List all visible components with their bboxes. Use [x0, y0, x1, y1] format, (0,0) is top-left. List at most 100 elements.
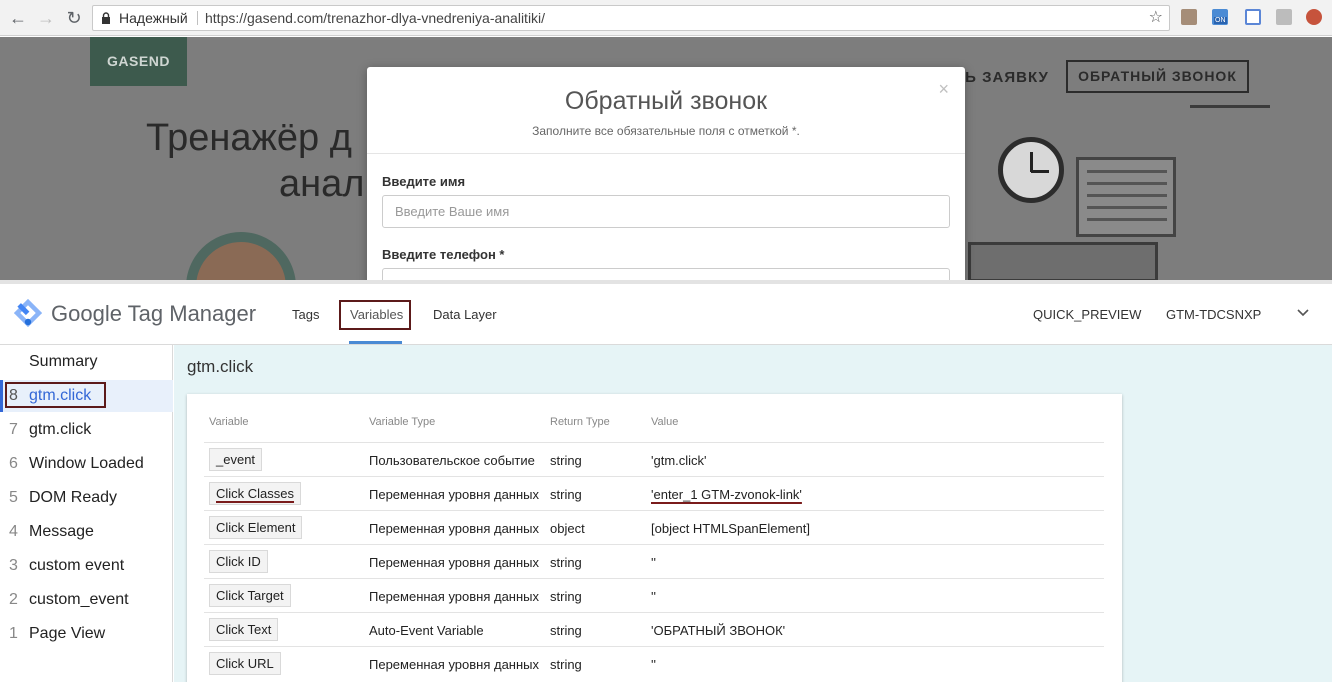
variable-name[interactable]: Click Classes [209, 482, 302, 505]
name-input[interactable]: Введите Ваше имя [382, 195, 950, 228]
sidebar-item-event[interactable]: 3 custom event [0, 550, 173, 582]
extension-icon[interactable] [1181, 9, 1197, 25]
chevron-down-icon[interactable] [1296, 306, 1310, 320]
hero-title-line2: анал [279, 163, 365, 205]
variable-value: '' [651, 555, 656, 570]
variable-name[interactable]: Click Text [209, 618, 279, 641]
url-text[interactable]: https://gasend.com/trenazhor-dlya-vnedre… [205, 6, 545, 30]
event-number: 7 [9, 421, 18, 438]
variable-value: '' [651, 589, 656, 604]
modal-title: Обратный звонок [564, 87, 768, 115]
variable-type: Переменная уровня данных [369, 589, 540, 604]
container-id[interactable]: GTM-TDCSNXP [1166, 307, 1261, 322]
address-bar[interactable]: Надежный https://gasend.com/trenazhor-dl… [92, 5, 1170, 31]
return-type: object [550, 521, 585, 536]
variable-value: '' [651, 657, 656, 672]
return-type: string [550, 623, 582, 638]
shelf-illustration [1190, 105, 1270, 135]
bookmark-star-icon[interactable]: ☆ [1149, 6, 1163, 30]
variable-value: 'enter_1 GTM-zvonok-link' [651, 487, 802, 502]
sidebar-item-label: gtm.click [29, 387, 92, 404]
column-header: Variable [209, 416, 249, 428]
clock-illustration [998, 137, 1064, 203]
variable-name[interactable]: Click URL [209, 652, 281, 675]
table-row: Click Target Переменная уровня данных st… [204, 578, 1104, 612]
quick-preview-label[interactable]: QUICK_PREVIEW [1033, 307, 1141, 322]
return-type: string [550, 555, 582, 570]
phone-field-label: Введите телефон * [382, 247, 505, 262]
variable-name[interactable]: _event [209, 448, 263, 471]
active-tab-indicator [349, 341, 402, 344]
variable-name[interactable]: Click ID [209, 550, 268, 573]
sidebar-item-event[interactable]: 4 Message [0, 516, 173, 548]
table-row: Click Text Auto-Event Variable string 'О… [204, 612, 1104, 646]
event-sidebar: Summary 8 gtm.click 7 gtm.click 6 Window… [0, 345, 173, 682]
column-header: Variable Type [369, 416, 436, 428]
settings-extension-icon[interactable] [1306, 9, 1322, 25]
sidebar-item-event[interactable]: 6 Window Loaded [0, 448, 173, 480]
extension-toggle-icon[interactable]: ON [1212, 9, 1228, 25]
tab-tags[interactable]: Tags [292, 307, 319, 322]
secure-label: Надежный [119, 10, 188, 26]
event-number: 6 [9, 455, 18, 472]
browser-toolbar: ← → ↻ Надежный https://gasend.com/trenaz… [0, 0, 1332, 36]
sidebar-item-label: custom event [29, 557, 125, 574]
event-number: 4 [9, 523, 18, 540]
gtm-logo-icon [14, 299, 42, 327]
gtm-brand: Google Tag Manager [51, 301, 257, 326]
sidebar-item-label: gtm.click [29, 421, 92, 438]
column-header: Return Type [550, 416, 610, 428]
event-number: 3 [9, 557, 18, 574]
callback-modal: × Обратный звонок Заполните все обязател… [367, 67, 965, 281]
table-row: Click Element Переменная уровня данных o… [204, 510, 1104, 544]
variable-value: 'gtm.click' [651, 453, 707, 468]
variable-value: [object HTMLSpanElement] [651, 521, 810, 536]
variable-name[interactable]: Click Element [209, 516, 303, 539]
variable-type: Переменная уровня данных [369, 657, 540, 672]
code-extension-icon[interactable] [1276, 9, 1292, 25]
return-type: string [550, 487, 582, 502]
sidebar-item-label: DOM Ready [29, 489, 118, 506]
forward-arrow-icon[interactable]: → [36, 8, 56, 28]
board-illustration [1076, 157, 1176, 237]
hero-illustration [186, 232, 296, 281]
desk-illustration [968, 242, 1158, 281]
extension-badge: ON [1214, 17, 1227, 24]
event-number: 5 [9, 489, 18, 506]
variable-value: 'ОБРАТНЫЙ ЗВОНОК' [651, 623, 786, 638]
event-number: 8 [9, 387, 18, 404]
tab-variables[interactable]: Variables [350, 307, 403, 322]
return-type: string [550, 657, 582, 672]
table-row: _event Пользовательское событие string '… [204, 442, 1104, 476]
hero-title: Тренажёр д [146, 117, 352, 159]
event-title: gtm.click [187, 357, 254, 376]
tab-data-layer[interactable]: Data Layer [433, 307, 497, 322]
modal-divider [367, 153, 965, 154]
back-arrow-icon[interactable]: ← [8, 8, 28, 28]
reload-icon[interactable]: ↻ [64, 8, 84, 28]
sidebar-item-event[interactable]: 8 gtm.click [0, 380, 173, 412]
active-indicator [0, 380, 3, 412]
extension-icon[interactable] [1245, 9, 1261, 25]
site-logo[interactable]: GASEND [90, 37, 187, 86]
variable-type: Пользовательское событие [369, 453, 535, 468]
sidebar-item-label: Window Loaded [29, 455, 144, 472]
sidebar-item-event[interactable]: 1 Page View [0, 618, 173, 650]
variable-type: Переменная уровня данных [369, 487, 540, 502]
column-header: Value [651, 416, 679, 428]
variables-table: Variable Variable Type Return Type Value… [187, 394, 1122, 682]
sidebar-item-event[interactable]: 5 DOM Ready [0, 482, 173, 514]
sidebar-item-event[interactable]: 2 custom_event [0, 584, 173, 616]
event-number: 2 [9, 591, 18, 608]
gtm-header: Google Tag Manager Tags Variables Data L… [0, 284, 1332, 345]
site-nav-request-link[interactable]: ТЬ ЗАЯВКУ [955, 69, 1049, 86]
variable-name[interactable]: Click Target [209, 584, 291, 607]
sidebar-item-label: custom_event [29, 591, 129, 608]
table-row: Click URL Переменная уровня данных strin… [204, 646, 1104, 680]
sidebar-item-summary[interactable]: Summary [0, 346, 173, 378]
table-row: Click Classes Переменная уровня данных s… [204, 476, 1104, 510]
callback-button[interactable]: ОБРАТНЫЙ ЗВОНОК [1066, 60, 1249, 93]
sidebar-item-event[interactable]: 7 gtm.click [0, 414, 173, 446]
variable-type: Auto-Event Variable [369, 623, 484, 638]
sidebar-item-label: Summary [29, 353, 98, 370]
